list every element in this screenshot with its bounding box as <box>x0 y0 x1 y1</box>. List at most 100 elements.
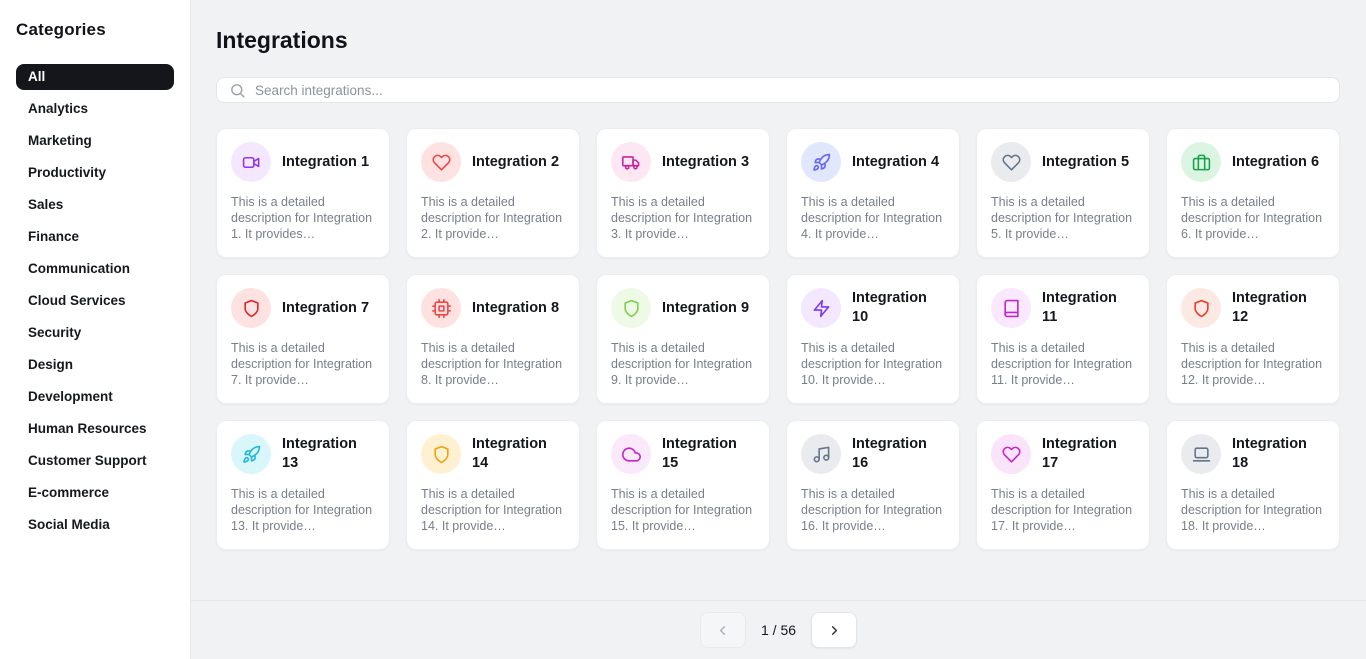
integration-card[interactable]: Integration 1 This is a detailed descrip… <box>216 128 390 258</box>
sidebar-item-security[interactable]: Security <box>16 320 174 346</box>
sidebar-item-social-media[interactable]: Social Media <box>16 512 174 538</box>
card-title: Integration 13 <box>282 435 375 473</box>
integration-card[interactable]: Integration 2 This is a detailed descrip… <box>406 128 580 258</box>
card-header: Integration 5 <box>991 142 1135 182</box>
integration-card[interactable]: Integration 11 This is a detailed descri… <box>976 274 1150 404</box>
card-title: Integration 7 <box>282 299 369 318</box>
sidebar-item-label: Sales <box>28 197 63 212</box>
sidebar-item-productivity[interactable]: Productivity <box>16 160 174 186</box>
sidebar-item-label: Finance <box>28 229 79 244</box>
card-title: Integration 8 <box>472 299 559 318</box>
card-description: This is a detailed description for Integ… <box>991 340 1135 388</box>
integrations-grid: Integration 1 This is a detailed descrip… <box>216 128 1340 550</box>
shield-icon <box>1181 288 1221 328</box>
next-page-button[interactable] <box>811 612 857 648</box>
sidebar-item-finance[interactable]: Finance <box>16 224 174 250</box>
integration-card[interactable]: Integration 5 This is a detailed descrip… <box>976 128 1150 258</box>
integration-card[interactable]: Integration 7 This is a detailed descrip… <box>216 274 390 404</box>
page-indicator: 1 / 56 <box>761 622 796 638</box>
card-title: Integration 14 <box>472 435 565 473</box>
heart-icon <box>991 142 1031 182</box>
sidebar-item-label: Security <box>28 325 81 340</box>
rocket-icon <box>231 434 271 474</box>
sidebar-item-marketing[interactable]: Marketing <box>16 128 174 154</box>
sidebar-item-human-resources[interactable]: Human Resources <box>16 416 174 442</box>
integration-card[interactable]: Integration 16 This is a detailed descri… <box>786 420 960 550</box>
card-title: Integration 11 <box>1042 289 1135 327</box>
integration-card[interactable]: Integration 15 This is a detailed descri… <box>596 420 770 550</box>
card-title: Integration 18 <box>1232 435 1325 473</box>
integration-card[interactable]: Integration 13 This is a detailed descri… <box>216 420 390 550</box>
sidebar-item-design[interactable]: Design <box>16 352 174 378</box>
integration-card[interactable]: Integration 17 This is a detailed descri… <box>976 420 1150 550</box>
sidebar: Categories All Analytics Marketing Produ… <box>0 0 191 659</box>
card-description: This is a detailed description for Integ… <box>991 486 1135 534</box>
integration-card[interactable]: Integration 18 This is a detailed descri… <box>1166 420 1340 550</box>
search-input[interactable] <box>255 83 1327 98</box>
card-description: This is a detailed description for Integ… <box>991 194 1135 242</box>
chevron-left-icon <box>715 623 730 638</box>
integration-card[interactable]: Integration 9 This is a detailed descrip… <box>596 274 770 404</box>
integration-card[interactable]: Integration 6 This is a detailed descrip… <box>1166 128 1340 258</box>
rocket-icon <box>801 142 841 182</box>
card-title: Integration 16 <box>852 435 945 473</box>
sidebar-item-label: Design <box>28 357 73 372</box>
card-header: Integration 18 <box>1181 434 1325 474</box>
card-title: Integration 12 <box>1232 289 1325 327</box>
book-icon <box>991 288 1031 328</box>
category-list: All Analytics Marketing Productivity Sal… <box>0 64 190 538</box>
music-icon <box>801 434 841 474</box>
sidebar-item-e-commerce[interactable]: E-commerce <box>16 480 174 506</box>
card-header: Integration 8 <box>421 288 565 328</box>
sidebar-item-label: All <box>28 69 45 84</box>
card-header: Integration 4 <box>801 142 945 182</box>
sidebar-item-analytics[interactable]: Analytics <box>16 96 174 122</box>
card-title: Integration 15 <box>662 435 755 473</box>
sidebar-item-label: Analytics <box>28 101 88 116</box>
card-header: Integration 3 <box>611 142 755 182</box>
sidebar-item-label: Development <box>28 389 113 404</box>
card-description: This is a detailed description for Integ… <box>231 486 375 534</box>
integration-card[interactable]: Integration 10 This is a detailed descri… <box>786 274 960 404</box>
integration-card[interactable]: Integration 4 This is a detailed descrip… <box>786 128 960 258</box>
video-icon <box>231 142 271 182</box>
card-header: Integration 14 <box>421 434 565 474</box>
main-content: Integrations Integration 1 This is a det… <box>191 0 1366 659</box>
card-header: Integration 13 <box>231 434 375 474</box>
sidebar-item-customer-support[interactable]: Customer Support <box>16 448 174 474</box>
sidebar-item-label: E-commerce <box>28 485 109 500</box>
card-title: Integration 5 <box>1042 153 1129 172</box>
search-bar <box>216 77 1340 103</box>
card-description: This is a detailed description for Integ… <box>801 486 945 534</box>
card-title: Integration 2 <box>472 153 559 172</box>
sidebar-item-sales[interactable]: Sales <box>16 192 174 218</box>
sidebar-item-label: Social Media <box>28 517 110 532</box>
heart-icon <box>991 434 1031 474</box>
sidebar-item-label: Cloud Services <box>28 293 126 308</box>
integration-card[interactable]: Integration 3 This is a detailed descrip… <box>596 128 770 258</box>
card-description: This is a detailed description for Integ… <box>1181 340 1325 388</box>
sidebar-item-communication[interactable]: Communication <box>16 256 174 282</box>
heart-icon <box>421 142 461 182</box>
sidebar-item-label: Productivity <box>28 165 106 180</box>
sidebar-item-label: Marketing <box>28 133 92 148</box>
sidebar-item-label: Communication <box>28 261 130 276</box>
card-description: This is a detailed description for Integ… <box>611 340 755 388</box>
integration-card[interactable]: Integration 8 This is a detailed descrip… <box>406 274 580 404</box>
app: Categories All Analytics Marketing Produ… <box>0 0 1366 659</box>
card-title: Integration 17 <box>1042 435 1135 473</box>
sidebar-item-development[interactable]: Development <box>16 384 174 410</box>
search-icon <box>229 82 246 99</box>
integration-card[interactable]: Integration 12 This is a detailed descri… <box>1166 274 1340 404</box>
sidebar-item-all[interactable]: All <box>16 64 174 90</box>
sidebar-item-label: Human Resources <box>28 421 147 436</box>
card-description: This is a detailed description for Integ… <box>611 486 755 534</box>
card-title: Integration 6 <box>1232 153 1319 172</box>
card-description: This is a detailed description for Integ… <box>421 486 565 534</box>
pagination: 1 / 56 <box>191 600 1366 659</box>
prev-page-button[interactable] <box>700 612 746 648</box>
card-description: This is a detailed description for Integ… <box>1181 486 1325 534</box>
card-description: This is a detailed description for Integ… <box>1181 194 1325 242</box>
sidebar-item-cloud-services[interactable]: Cloud Services <box>16 288 174 314</box>
integration-card[interactable]: Integration 14 This is a detailed descri… <box>406 420 580 550</box>
